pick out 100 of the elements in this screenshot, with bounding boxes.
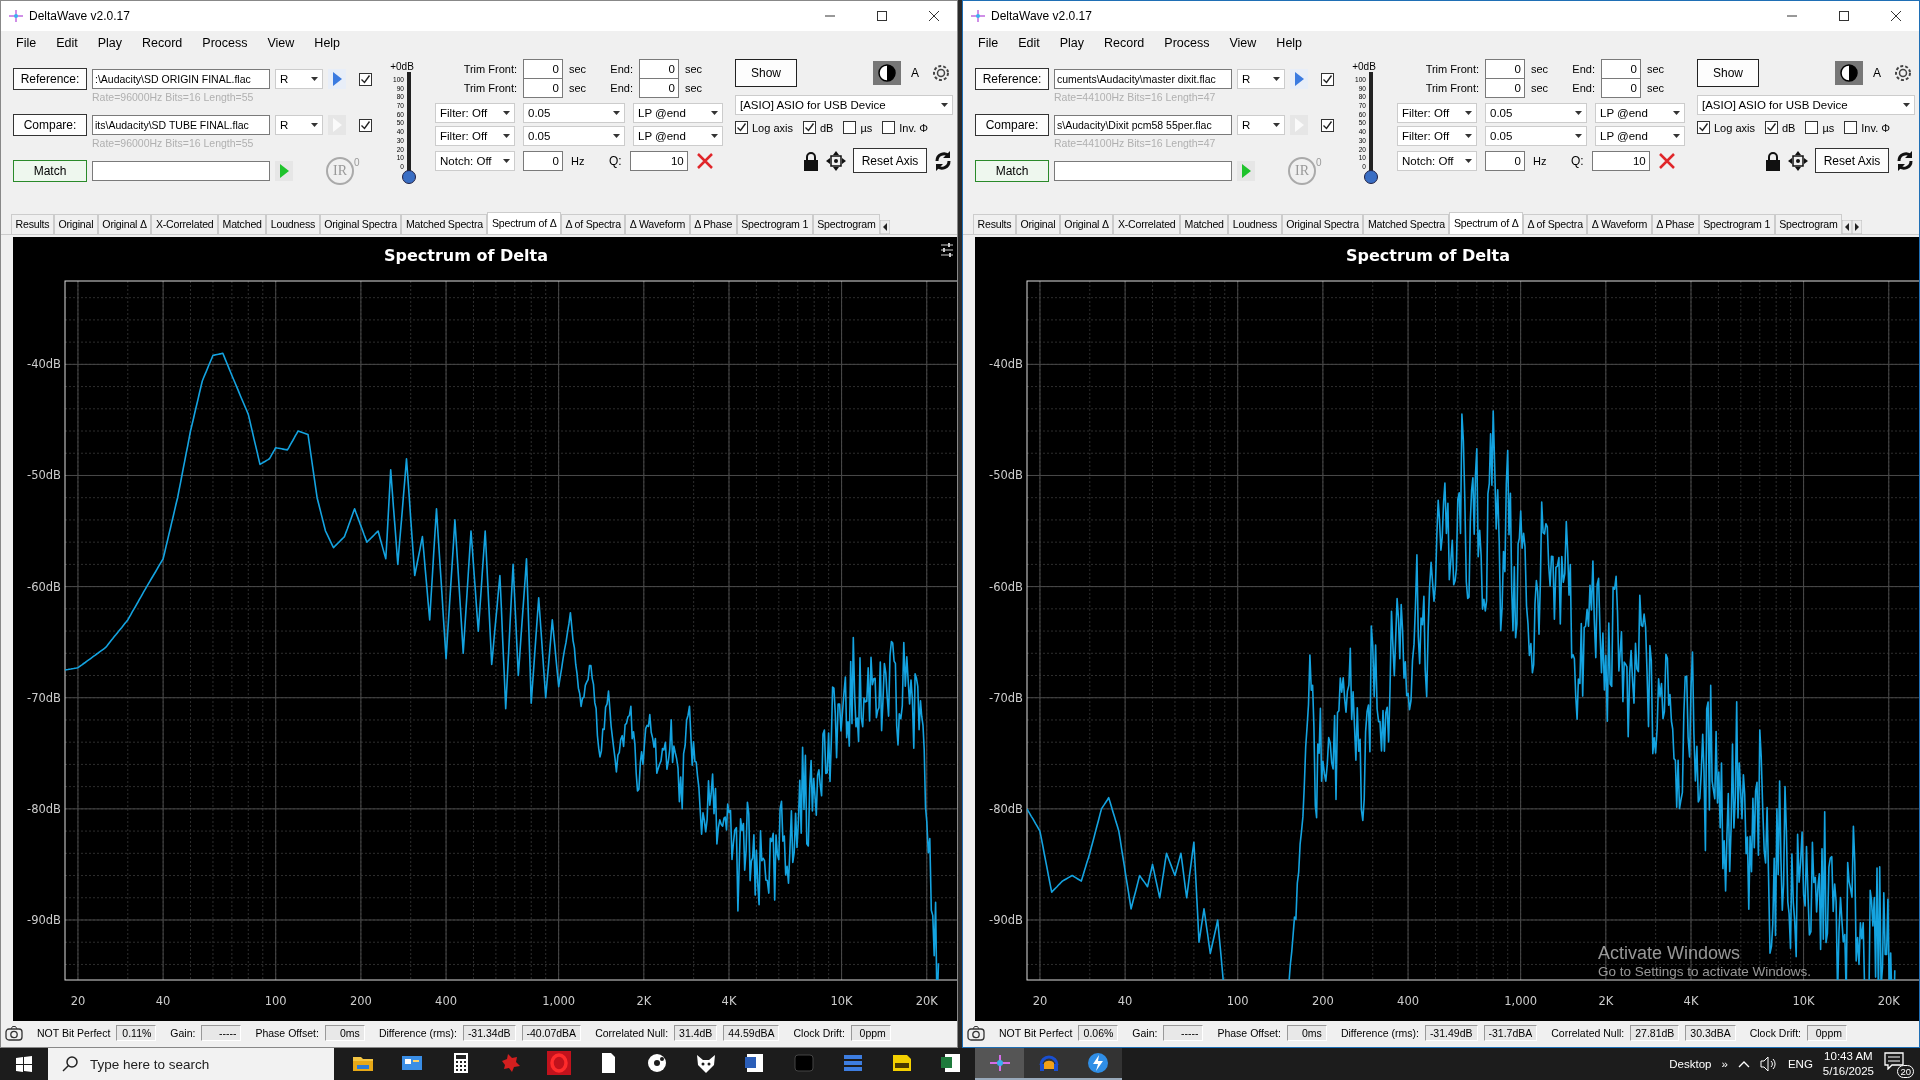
notch-dropdown[interactable]: Notch: Off bbox=[435, 150, 515, 171]
tab[interactable]: Loudness bbox=[266, 214, 320, 234]
value-dropdown[interactable]: 0.05 bbox=[523, 125, 625, 146]
checkbox[interactable] bbox=[359, 118, 372, 132]
tab[interactable]: Matched bbox=[1180, 214, 1229, 234]
show-button[interactable]: Show bbox=[735, 59, 797, 87]
checkbox[interactable] bbox=[1805, 121, 1819, 134]
sliders-icon[interactable] bbox=[940, 243, 954, 257]
tab[interactable]: X-Correlated bbox=[151, 214, 219, 234]
file-button[interactable]: Reference: bbox=[13, 68, 87, 90]
channel-dropdown[interactable]: R bbox=[1237, 115, 1285, 135]
notch-field[interactable]: 0 bbox=[1485, 150, 1525, 171]
move-icon[interactable] bbox=[825, 149, 847, 172]
tab[interactable]: Matched Spectra bbox=[1363, 214, 1450, 234]
tab[interactable]: Original bbox=[53, 214, 98, 234]
tab[interactable]: Loudness bbox=[1228, 214, 1282, 234]
mode-dropdown[interactable]: LP @end bbox=[633, 102, 723, 123]
speaker-icon[interactable] bbox=[1759, 1056, 1778, 1072]
tab[interactable]: Results bbox=[11, 214, 54, 234]
desktop-label[interactable]: Desktop bbox=[1669, 1058, 1712, 1070]
tab[interactable]: Original Δ bbox=[1059, 214, 1114, 234]
file-path-field[interactable]: s\Audacity\Dixit pcm58 55per.flac bbox=[1054, 115, 1232, 135]
value-dropdown[interactable]: 0.05 bbox=[1485, 102, 1587, 123]
tab[interactable]: Matched Spectra bbox=[401, 214, 488, 234]
filter-dropdown[interactable]: Filter: Off bbox=[435, 102, 515, 123]
tab[interactable]: Original Δ bbox=[97, 214, 152, 234]
tab[interactable]: Spectrogram bbox=[1774, 214, 1843, 234]
tab[interactable]: Spectrum of Δ bbox=[1449, 212, 1524, 234]
tab[interactable]: Δ Waveform bbox=[1587, 214, 1652, 234]
checkbox[interactable] bbox=[1844, 121, 1858, 134]
menu-item[interactable]: Edit bbox=[47, 33, 87, 53]
device-dropdown[interactable]: [ASIO] ASIO for USB Device bbox=[735, 95, 953, 115]
tab[interactable]: Spectrogram bbox=[812, 214, 881, 234]
scroll-left-icon[interactable] bbox=[1842, 220, 1853, 234]
refresh-icon[interactable] bbox=[1895, 149, 1915, 172]
menu-item[interactable]: Play bbox=[1050, 33, 1094, 53]
reset-axis-button[interactable]: Reset Axis bbox=[853, 148, 927, 173]
checkbox[interactable] bbox=[803, 121, 816, 134]
q-field[interactable]: 10 bbox=[1591, 150, 1650, 171]
tab[interactable]: Δ of Spectra bbox=[1523, 214, 1588, 234]
play-icon[interactable] bbox=[1290, 69, 1308, 89]
checkbox[interactable] bbox=[359, 72, 372, 86]
checkbox[interactable] bbox=[843, 121, 857, 134]
file-path-field[interactable]: :\Audacity\SD ORIGIN FINAL.flac bbox=[92, 69, 270, 89]
value-dropdown[interactable]: 0.05 bbox=[523, 102, 625, 123]
maximize-icon[interactable] bbox=[876, 11, 888, 21]
checkbox[interactable] bbox=[1321, 72, 1334, 86]
menu-item[interactable]: Record bbox=[1095, 33, 1154, 53]
scroll-left-icon[interactable] bbox=[880, 220, 891, 234]
menu-item[interactable]: Process bbox=[193, 33, 257, 53]
mode-dropdown[interactable]: LP @end bbox=[1595, 102, 1685, 123]
file-button[interactable]: Compare: bbox=[13, 114, 87, 136]
menu-item[interactable]: View bbox=[258, 33, 304, 53]
file-button[interactable]: Reference: bbox=[975, 68, 1049, 90]
channel-dropdown[interactable]: R bbox=[1237, 69, 1285, 89]
match-field[interactable] bbox=[1054, 161, 1232, 181]
mode-dropdown[interactable]: LP @end bbox=[633, 125, 723, 146]
filter-dropdown[interactable]: Filter: Off bbox=[435, 125, 515, 146]
slider-thumb[interactable] bbox=[1363, 170, 1378, 184]
checkbox[interactable] bbox=[735, 121, 748, 134]
trim-field[interactable]: 0 bbox=[1485, 58, 1525, 79]
trim-field[interactable]: 0 bbox=[523, 58, 563, 79]
menu-item[interactable]: Play bbox=[88, 33, 132, 53]
maximize-icon[interactable] bbox=[1838, 11, 1850, 21]
menu-item[interactable]: Help bbox=[1267, 33, 1312, 53]
close-icon[interactable] bbox=[928, 11, 940, 21]
checkbox[interactable] bbox=[882, 121, 896, 134]
tab[interactable]: Matched bbox=[218, 214, 267, 234]
menu-item[interactable]: File bbox=[7, 33, 46, 53]
windows-icon[interactable] bbox=[16, 1056, 32, 1072]
menu-item[interactable]: Process bbox=[1155, 33, 1219, 53]
language-indicator[interactable]: ENG bbox=[1787, 1058, 1813, 1070]
end-field[interactable]: 0 bbox=[1601, 77, 1641, 98]
end-field[interactable]: 0 bbox=[1601, 58, 1641, 79]
scroll-right-icon[interactable] bbox=[1852, 220, 1863, 234]
close-icon[interactable] bbox=[1890, 11, 1902, 21]
match-button[interactable]: Match bbox=[13, 160, 87, 182]
file-button[interactable]: Compare: bbox=[975, 114, 1049, 136]
contrast-icon[interactable] bbox=[873, 61, 901, 85]
show-button[interactable]: Show bbox=[1697, 59, 1759, 87]
q-field[interactable]: 10 bbox=[629, 150, 688, 171]
tab[interactable]: Results bbox=[973, 214, 1016, 234]
camera-icon[interactable] bbox=[5, 1025, 23, 1041]
contrast-icon[interactable] bbox=[1835, 61, 1863, 85]
device-dropdown[interactable]: [ASIO] ASIO for USB Device bbox=[1697, 95, 1915, 115]
menu-item[interactable]: View bbox=[1220, 33, 1266, 53]
end-field[interactable]: 0 bbox=[639, 77, 679, 98]
channel-dropdown[interactable]: R bbox=[275, 69, 323, 89]
filter-dropdown[interactable]: Filter: Off bbox=[1397, 102, 1477, 123]
file-path-field[interactable]: its\Audacity\SD TUBE FINAL.flac bbox=[92, 115, 270, 135]
tab[interactable]: Δ Waveform bbox=[625, 214, 690, 234]
checkbox[interactable] bbox=[1697, 121, 1710, 134]
trim-field[interactable]: 0 bbox=[1485, 77, 1525, 98]
tab[interactable]: Spectrogram 1 bbox=[1698, 214, 1775, 234]
value-dropdown[interactable]: 0.05 bbox=[1485, 125, 1587, 146]
taskbar-button[interactable] bbox=[1073, 1048, 1122, 1080]
clock-time[interactable]: 10:43 AM bbox=[1824, 1049, 1873, 1064]
tab[interactable]: Spectrogram 1 bbox=[736, 214, 813, 234]
menu-item[interactable]: Help bbox=[305, 33, 350, 53]
taskbar-button[interactable] bbox=[1024, 1048, 1073, 1080]
